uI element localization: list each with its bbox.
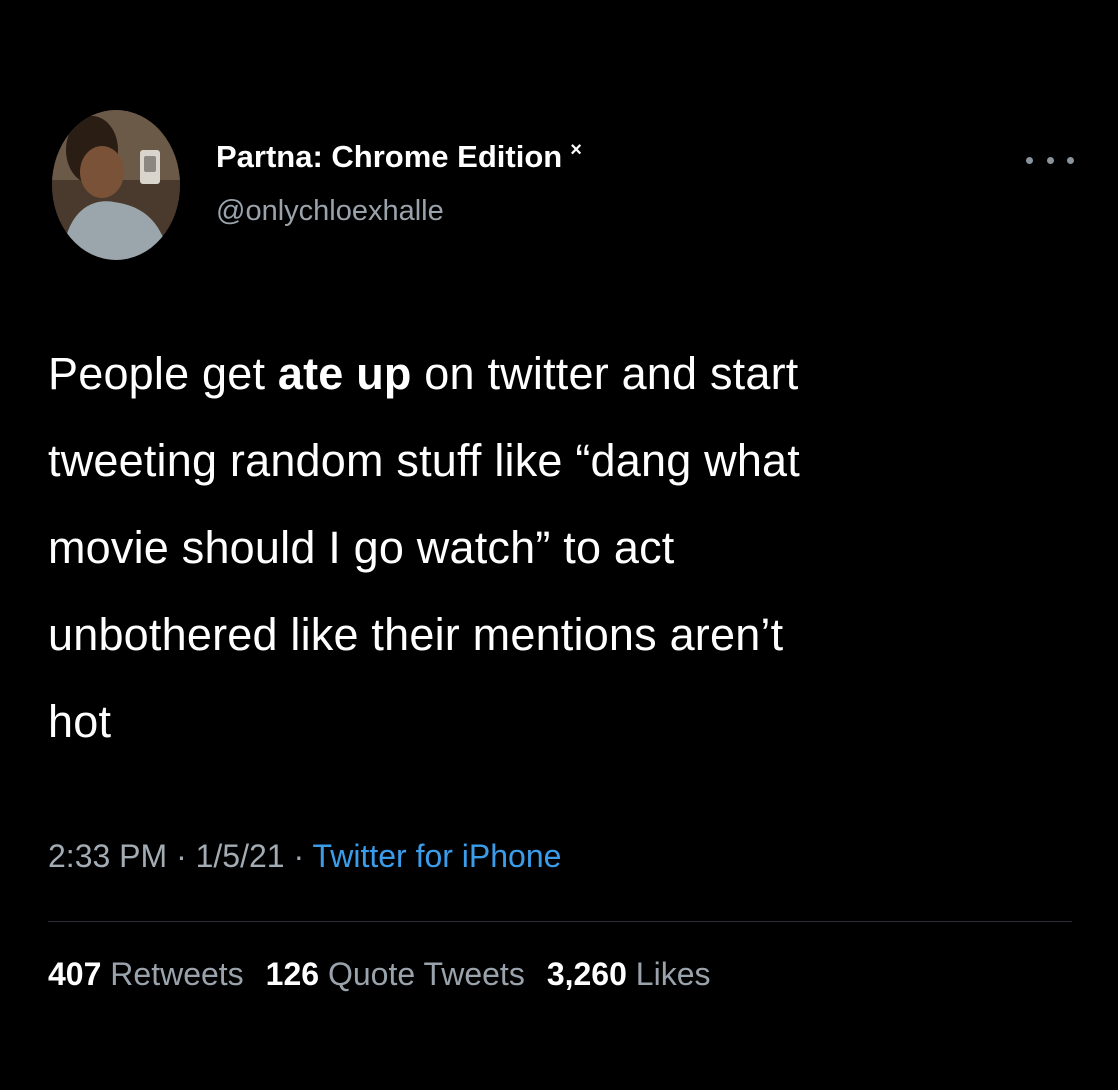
meta-separator: · (293, 838, 305, 874)
tweet-date[interactable]: 1/5/21 (196, 838, 285, 874)
name-badge: × (570, 139, 582, 161)
likes-stat[interactable]: 3,260 Likes (547, 956, 711, 992)
tweet-stats: 407 Retweets 126 Quote Tweets 3,260 Likes (48, 956, 710, 993)
more-dot (1026, 156, 1033, 164)
more-dot (1067, 156, 1074, 164)
likes-count: 3,260 (546, 956, 627, 992)
tweet-line: unbothered like their mentions aren’t (48, 609, 784, 660)
tweet-line: hot (48, 696, 112, 747)
display-name[interactable]: Partna: Chrome Edition × (216, 139, 582, 175)
tweet-line-text: People get (48, 348, 278, 399)
tweet-line-text: on twitter and start (411, 348, 799, 399)
tweet-bold-text: ate up (277, 348, 412, 399)
profile-photo (52, 110, 180, 260)
meta-separator: · (176, 838, 187, 874)
quote-tweets-stat[interactable]: 126 Quote Tweets (266, 956, 525, 992)
tweet-line: tweeting random stuff like “dang what (48, 435, 800, 486)
tweet-source-link[interactable]: Twitter for iPhone (312, 838, 561, 874)
tweet-text: People get ate up on twitter and start t… (48, 330, 1078, 765)
quote-tweets-count: 126 (265, 956, 320, 992)
user-handle[interactable]: @onlychloexhalle (216, 195, 444, 228)
retweets-label: Retweets (110, 956, 244, 992)
retweets-count: 407 (48, 956, 102, 992)
divider (48, 921, 1072, 922)
more-options-icon[interactable] (1026, 150, 1074, 170)
tweet-card: Partna: Chrome Edition × @onlychloexhalle… (0, 0, 1118, 1090)
tweet-meta: 2:33 PM · 1/5/21 · Twitter for iPhone (48, 838, 561, 875)
display-name-text: Partna: Chrome Edition (216, 139, 563, 174)
tweet-time[interactable]: 2:33 PM (48, 838, 167, 874)
tweet-line: People get ate up on twitter and start (48, 330, 1078, 417)
retweets-stat[interactable]: 407 Retweets (48, 956, 244, 992)
avatar[interactable] (52, 110, 180, 260)
quote-tweets-label: Quote Tweets (327, 956, 525, 992)
likes-label: Likes (635, 956, 711, 992)
tweet-line: movie should I go watch” to act (48, 522, 675, 573)
more-dot (1046, 156, 1054, 164)
